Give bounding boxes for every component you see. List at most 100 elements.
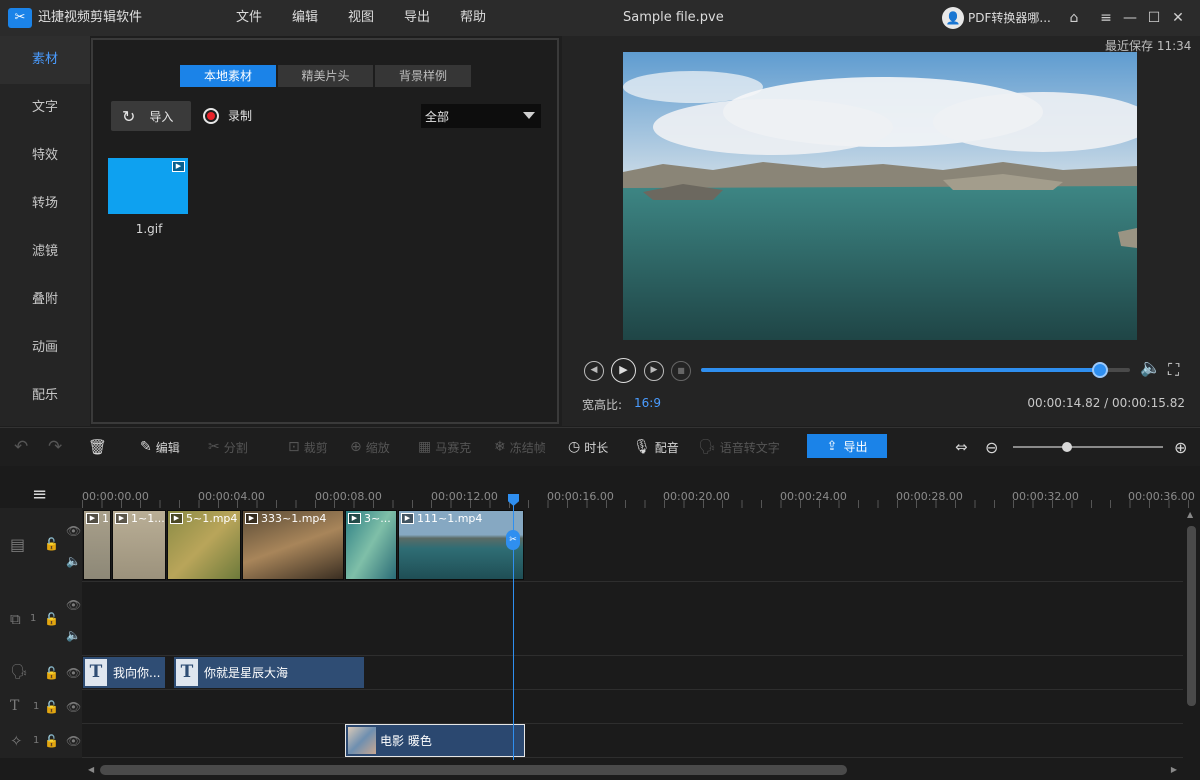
crop-button[interactable]: ⊡ 裁剪 [288,438,328,456]
tab-local-media[interactable]: 本地素材 [180,65,276,87]
fit-timeline-icon[interactable]: ⇔ [955,438,968,456]
horizontal-scrollbar[interactable]: ◀ ▶ [82,760,1183,780]
prev-frame-button[interactable]: ◀ [584,361,604,381]
timeline-zoom-slider[interactable] [1013,442,1163,452]
home-icon[interactable]: ⌂ [1062,6,1086,30]
lock-icon[interactable]: 🔓 [44,612,59,626]
tab-intros[interactable]: 精美片头 [278,65,373,87]
nav-text[interactable]: 文字 [0,84,90,132]
nav-transitions[interactable]: 转场 [0,180,90,228]
playhead-split-handle[interactable]: ✂ [506,530,520,550]
playback-progress-handle[interactable] [1091,362,1108,378]
ruler-tick-label: 00:00:20.00 [663,490,730,503]
lock-icon[interactable]: 🔓 [44,734,59,748]
nav-filters[interactable]: 滤镜 [0,228,90,276]
add-track-icon[interactable]: ≡ [32,484,47,505]
effect-clip[interactable]: 电影 暖色 [345,724,525,757]
speaker-icon[interactable]: 🔈 [66,628,81,642]
volume-icon[interactable]: 🔈 [1140,358,1161,378]
ruler-tick-label: 00:00:32.00 [1012,490,1079,503]
video-clip[interactable]: ▶ 1~1... [112,510,166,580]
nav-media[interactable]: 素材 [0,36,90,84]
text-clip[interactable]: T 你就是星辰大海 [174,657,364,688]
crop-icon: ⊡ [288,439,300,455]
track-number: 1 [33,735,40,746]
eye-icon[interactable]: 👁 [66,666,81,680]
menu-view[interactable]: 视图 [348,0,374,36]
tab-backgrounds[interactable]: 背景样例 [375,65,471,87]
subtitle-track-header: T 1 🔓 👁 [0,690,82,724]
video-clip[interactable]: ▶ 111~1.mp4 [398,510,524,580]
edit-button[interactable]: ✎ 编辑 [140,438,180,456]
speech-to-text-label: 语音转文字 [719,440,780,455]
vertical-scroll-thumb[interactable] [1187,526,1196,706]
user-name[interactable]: PDF转换器哪... [968,0,1051,36]
media-item[interactable]: ▶ 1.gif [108,158,190,238]
menu-icon[interactable]: ≡ [1094,6,1118,30]
maximize-icon[interactable]: ☐ [1142,6,1166,30]
split-button[interactable]: ✂ 分割 [208,438,248,456]
mosaic-button[interactable]: ▦ 马赛克 [418,438,471,456]
record-icon [203,107,219,124]
clip-label: 5~1.mp4 [186,512,238,525]
undo-icon[interactable]: ↶ [14,437,28,457]
dub-button[interactable]: 🎙 配音 [633,438,679,456]
menu-export[interactable]: 导出 [404,0,430,36]
crop-label: 裁剪 [303,440,328,455]
menu-edit[interactable]: 编辑 [292,0,318,36]
horizontal-scroll-thumb[interactable] [100,765,847,775]
ruler-tick-label: 00:00:24.00 [780,490,847,503]
media-item-name: 1.gif [135,222,163,236]
menu-file[interactable]: 文件 [236,0,262,36]
delete-icon[interactable]: 🗑 [88,438,107,456]
import-button[interactable]: ↻ 导入 [111,101,191,131]
minimize-icon[interactable]: — [1118,6,1142,30]
nav-animation[interactable]: 动画 [0,324,90,372]
speech-to-text-button[interactable]: 🗣 语音转文字 [698,438,780,456]
next-frame-button[interactable]: ▶ [644,361,664,381]
nav-overlay[interactable]: 叠附 [0,276,90,324]
duration-label: 时长 [584,440,609,455]
lock-icon[interactable]: 🔓 [44,666,59,680]
eye-icon[interactable]: 👁 [66,598,81,612]
video-clip[interactable]: ▶ 5~1.mp4 [167,510,241,580]
redo-icon[interactable]: ↷ [48,437,62,457]
speaker-icon[interactable]: 🔈 [66,554,81,568]
zoom-out-icon[interactable]: ⊖ [985,438,998,457]
overlay-track-header: ⧉ 1 🔓 👁 🔈 [0,582,82,656]
video-clip[interactable]: ▶ 1 [83,510,111,580]
scroll-left-icon[interactable]: ◀ [88,765,94,774]
text-clip[interactable]: T 我向你... [83,657,165,688]
video-clip[interactable]: ▶ 333~1.mp4 [242,510,344,580]
zoom-button[interactable]: ⊕ 缩放 [350,438,390,456]
record-button[interactable]: 录制 [203,107,252,124]
zoom-in-icon[interactable]: ⊕ [1174,438,1187,457]
close-icon[interactable]: ✕ [1166,6,1190,30]
duration-button[interactable]: ◷ 时长 [568,438,608,456]
video-clip[interactable]: ▶ 3~... [345,510,397,580]
eye-icon[interactable]: 👁 [66,524,81,538]
export-button[interactable]: ⇪ 导出 [807,434,887,458]
scroll-up-icon[interactable]: ▲ [1187,510,1193,519]
filter-select[interactable]: 全部 [421,104,541,128]
aspect-ratio-value[interactable]: 16:9 [634,396,661,410]
menu-help[interactable]: 帮助 [460,0,486,36]
lock-icon[interactable]: 🔓 [44,537,59,551]
stop-button[interactable]: ■ [671,361,691,381]
eye-icon[interactable]: 👁 [66,734,81,748]
nav-effects[interactable]: 特效 [0,132,90,180]
nav-music[interactable]: 配乐 [0,372,90,420]
lock-icon[interactable]: 🔓 [44,700,59,714]
user-avatar[interactable]: 👤 [942,7,964,29]
scroll-right-icon[interactable]: ▶ [1171,765,1177,774]
freeze-frame-button[interactable]: ❄ 冻结帧 [494,438,546,456]
video-badge-icon: ▶ [172,161,185,172]
vertical-scrollbar[interactable]: ▲ [1183,508,1200,758]
freeze-label: 冻结帧 [509,440,546,455]
playback-progress[interactable] [701,362,1130,378]
timeline-zoom-handle[interactable] [1062,442,1072,452]
ruler-tick-label: 00:00:36.00 [1128,490,1195,503]
play-button[interactable]: ▶ [611,358,636,383]
fullscreen-icon[interactable]: ⛶ [1168,360,1179,380]
eye-icon[interactable]: 👁 [66,700,81,714]
